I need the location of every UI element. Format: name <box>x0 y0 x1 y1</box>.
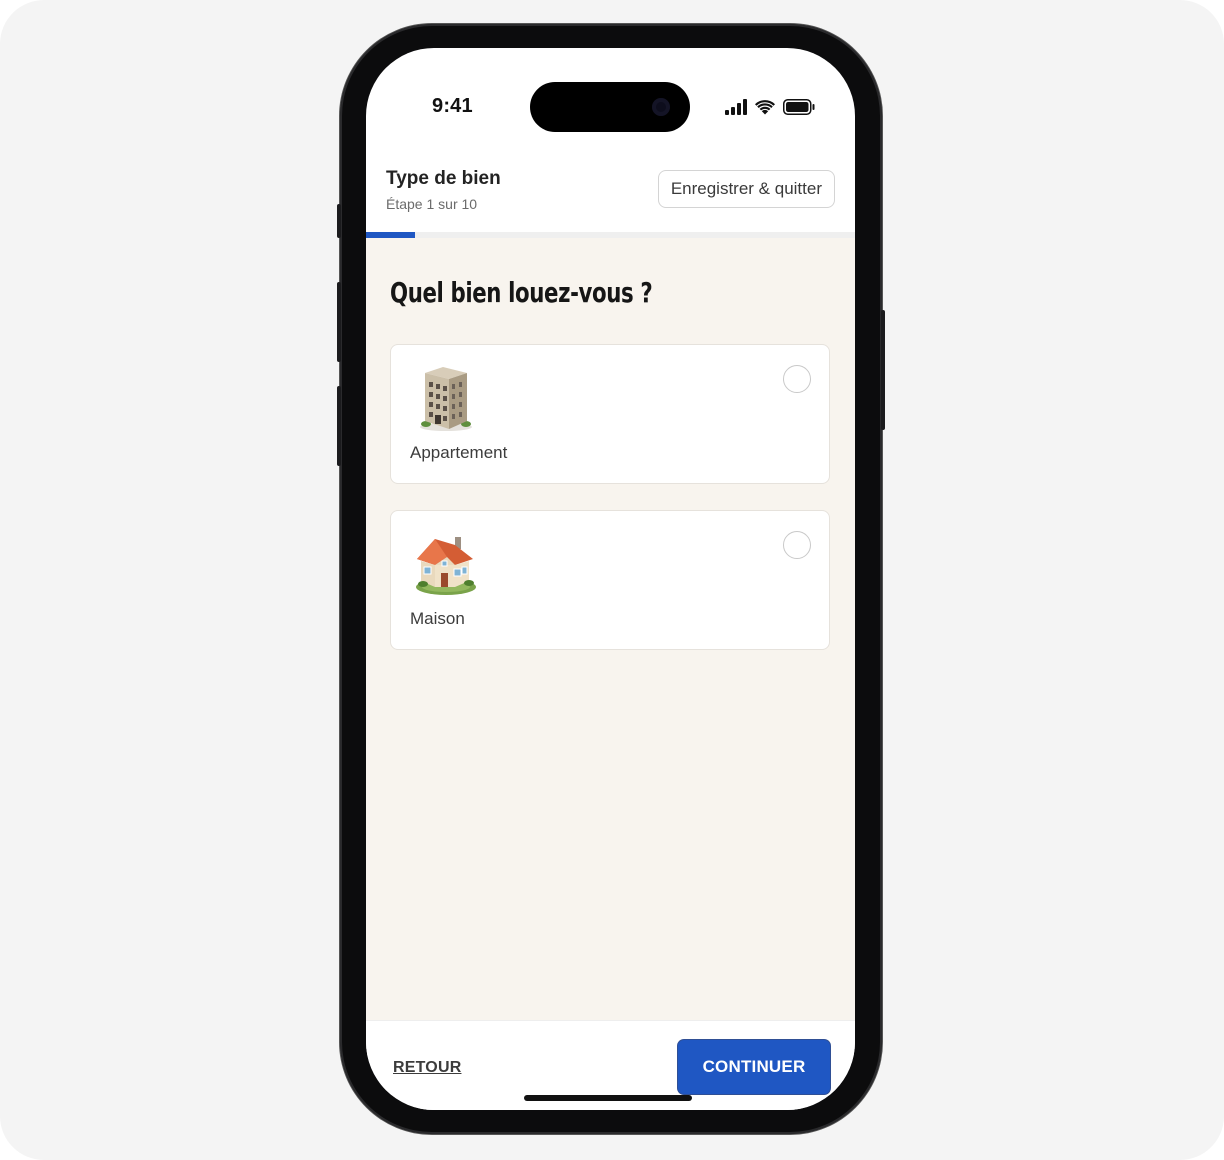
option-label-house: Maison <box>410 609 465 628</box>
screenshot-background: 9:41 Type de bien Étape 1 sur 10 Enregis… <box>0 0 1224 1160</box>
apartment-building-icon <box>420 367 472 431</box>
radio-apartment[interactable] <box>783 365 811 393</box>
action-button <box>337 204 341 238</box>
dynamic-island <box>530 82 690 132</box>
step-indicator: Étape 1 sur 10 <box>386 196 478 212</box>
phone-frame: 9:41 Type de bien Étape 1 sur 10 Enregis… <box>337 24 885 1134</box>
status-bar: 9:41 <box>366 48 855 132</box>
home-indicator <box>524 1095 692 1101</box>
phone-screen: 9:41 Type de bien Étape 1 sur 10 Enregis… <box>366 48 855 1110</box>
camera-icon <box>652 98 670 116</box>
status-icons <box>725 98 815 116</box>
step-header: Type de bien Étape 1 sur 10 Enregistrer … <box>366 158 855 232</box>
save-and-quit-button[interactable]: Enregistrer & quitter <box>657 170 835 208</box>
page-title: Type de bien <box>386 168 501 189</box>
continue-button[interactable]: CONTINUER <box>678 1040 830 1094</box>
footer-nav: RETOUR CONTINUER <box>366 1020 855 1110</box>
radio-house[interactable] <box>783 531 811 559</box>
question-heading: Quel bien louez-vous ? <box>390 276 653 309</box>
cellular-signal-icon <box>725 99 747 115</box>
volume-down-button <box>337 386 341 466</box>
battery-icon <box>783 99 815 115</box>
status-time: 9:41 <box>432 95 473 117</box>
back-button[interactable]: RETOUR <box>393 1059 461 1077</box>
power-button <box>881 310 885 430</box>
volume-up-button <box>337 282 341 362</box>
option-label-apartment: Appartement <box>410 443 508 462</box>
wifi-icon <box>755 100 775 115</box>
main-content: Quel bien louez-vous ? Appartement Maiso… <box>366 238 855 1020</box>
option-card-apartment[interactable]: Appartement <box>390 344 830 484</box>
option-card-house[interactable]: Maison <box>390 510 830 650</box>
house-icon <box>416 537 476 595</box>
